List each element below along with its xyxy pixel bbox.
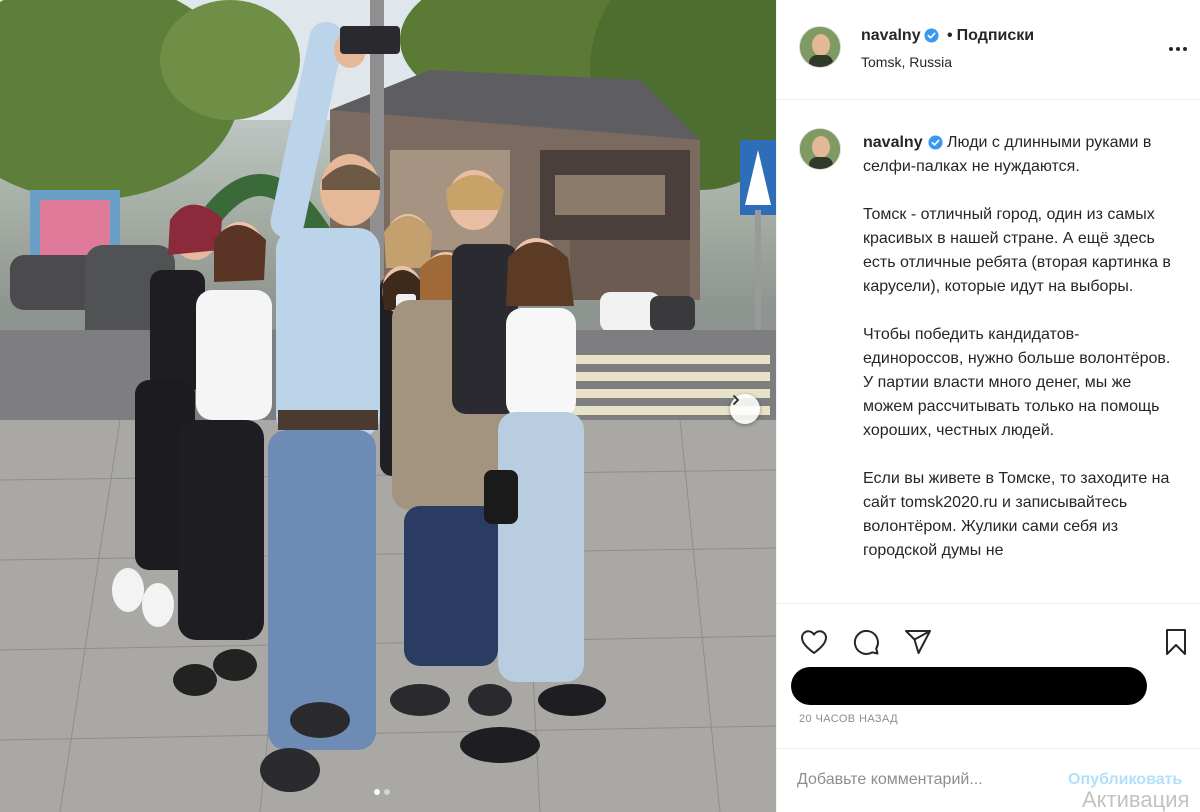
carousel-next-button[interactable] — [730, 394, 760, 424]
like-button[interactable] — [798, 626, 830, 658]
verified-badge-icon — [928, 135, 943, 150]
carousel-indicator — [374, 789, 390, 795]
post-photo[interactable] — [0, 0, 776, 812]
caption-author-avatar[interactable] — [799, 128, 841, 170]
caption-area: navalny Люди с длинными руками в селфи-п… — [777, 100, 1200, 603]
photo-illustration — [0, 0, 776, 812]
author-avatar[interactable] — [799, 26, 841, 68]
verified-badge-icon — [924, 28, 939, 43]
carousel-dot-2 — [384, 789, 390, 795]
comment-input[interactable] — [797, 771, 1047, 789]
publish-comment-button[interactable]: Опубликовать — [1068, 771, 1182, 789]
header-separator: • — [947, 27, 953, 44]
comment-icon — [853, 629, 879, 655]
save-button[interactable] — [1160, 626, 1192, 658]
post-side-panel: navalny • Подписки Tomsk, Russia navalny … — [776, 0, 1200, 812]
following-button[interactable]: Подписки — [957, 27, 1034, 44]
comment-button[interactable] — [850, 626, 882, 658]
post-location[interactable]: Tomsk, Russia — [861, 54, 952, 70]
post-caption: navalny Люди с длинными руками в селфи-п… — [863, 131, 1177, 563]
chevron-right-icon — [733, 395, 739, 405]
heart-icon — [801, 630, 827, 654]
header-username[interactable]: navalny — [861, 27, 921, 44]
action-bar — [777, 603, 1200, 671]
os-activation-watermark: Активация — [1082, 787, 1190, 812]
post-header: navalny • Подписки Tomsk, Russia — [777, 0, 1200, 100]
carousel-dot-1 — [374, 789, 380, 795]
more-options-button[interactable] — [1165, 36, 1191, 62]
more-horizontal-icon — [1169, 47, 1187, 51]
caption-username[interactable]: navalny — [863, 134, 923, 151]
comment-bar: Опубликовать Активация — [777, 748, 1200, 812]
avatar-image — [800, 27, 840, 67]
caption-text: Люди с длинными руками в селфи-палках не… — [863, 134, 1171, 559]
share-button[interactable] — [902, 626, 934, 658]
paper-plane-icon — [905, 630, 931, 654]
post-timestamp[interactable]: 20 часов назад — [799, 713, 898, 725]
header-line: navalny • Подписки — [861, 27, 1034, 45]
avatar-image — [800, 129, 840, 169]
redacted-likes-overlay — [791, 667, 1147, 705]
bookmark-icon — [1166, 629, 1186, 655]
